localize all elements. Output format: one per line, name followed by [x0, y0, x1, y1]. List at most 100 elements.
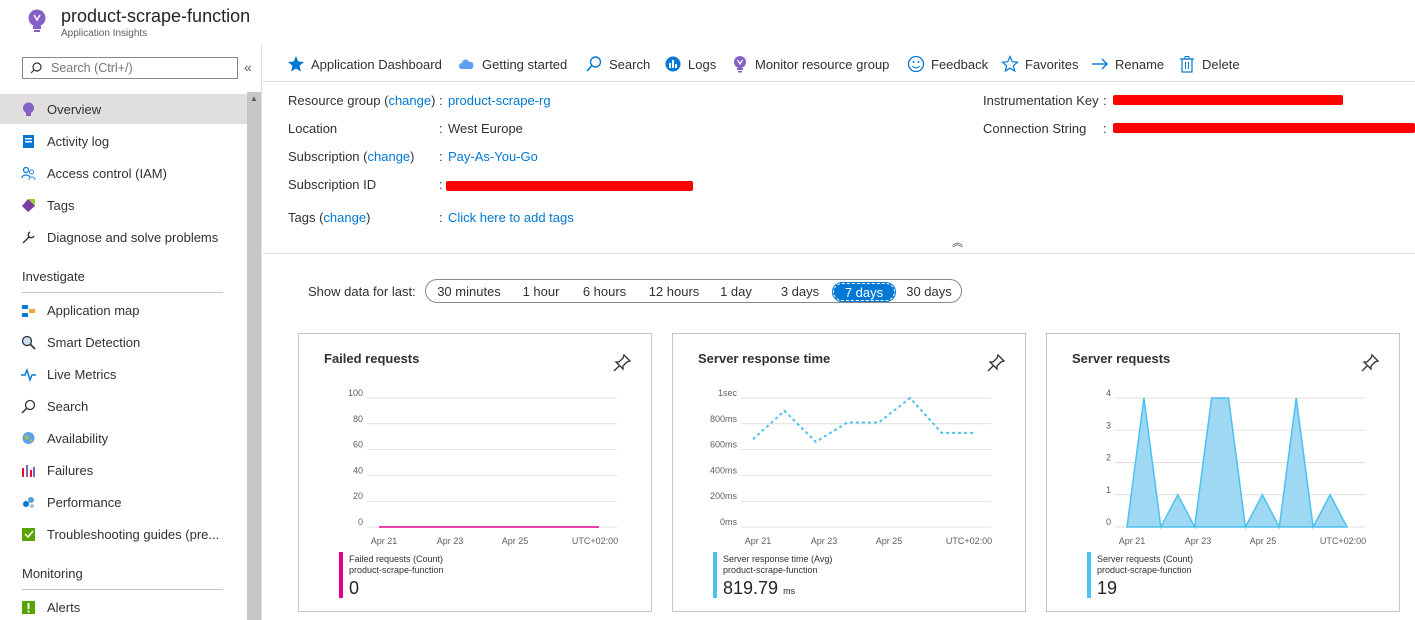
guide-icon: [22, 528, 35, 541]
legend-resource: product-scrape-function: [1097, 565, 1192, 575]
time-option-3-days[interactable]: 3 days: [774, 283, 826, 301]
time-option-1-hour[interactable]: 1 hour: [516, 283, 566, 301]
pin-icon[interactable]: [1360, 353, 1380, 373]
monitor-resource-group-button[interactable]: Monitor resource group: [731, 54, 889, 74]
add-tags-link[interactable]: Click here to add tags: [448, 210, 574, 225]
sidebar-item-label: Live Metrics: [47, 367, 117, 382]
sidebar-scrollbar[interactable]: ▲: [247, 92, 261, 620]
x-tick-label: Apr 21: [371, 536, 398, 546]
legend-color-bar: [339, 552, 343, 598]
activity-log-icon: [23, 135, 34, 148]
feedback-button[interactable]: Feedback: [907, 54, 988, 74]
y-tick-label: 1sec: [718, 388, 738, 398]
logs-icon: [665, 56, 681, 72]
sidebar-item-failures[interactable]: Failures: [0, 455, 247, 485]
failed-requests-tile[interactable]: Failed requests 100 80 60 40 20 0 Apr 21 Apr 23…: [298, 333, 652, 612]
sidebar-item-troubleshooting-guides[interactable]: Troubleshooting guides (pre...: [0, 519, 247, 549]
search-input[interactable]: [51, 60, 231, 76]
label-text: Subscription: [288, 149, 360, 164]
y-tick-label: 2: [1106, 453, 1111, 463]
lightbulb-icon: [734, 56, 746, 73]
sidebar-section-investigate: Investigate: [22, 269, 85, 284]
subscription-value[interactable]: Pay-As-You-Go: [448, 149, 538, 164]
time-option-30-days[interactable]: 30 days: [902, 283, 956, 301]
tile-title: Server requests: [1072, 351, 1171, 366]
y-tick-label: 60: [353, 440, 363, 450]
time-option-6-hours[interactable]: 6 hours: [576, 283, 633, 301]
y-tick-label: 40: [353, 465, 363, 475]
logs-button[interactable]: Logs: [664, 54, 716, 74]
wrench-icon: [22, 231, 35, 244]
x-tick-label: Apr 23: [1185, 536, 1212, 546]
search-button[interactable]: Search: [585, 54, 650, 74]
server-requests-tile[interactable]: Server requests 4 3 2 1 0 Apr 21 Apr 23 Apr 25 U…: [1046, 333, 1400, 612]
connection-string-label: Connection String: [983, 121, 1087, 136]
sidebar-item-live-metrics[interactable]: Live Metrics: [0, 359, 247, 389]
pin-icon[interactable]: [612, 353, 632, 373]
time-option-1-day[interactable]: 1 day: [714, 283, 758, 301]
sidebar-item-label: Failures: [47, 463, 94, 478]
sidebar-item-alerts[interactable]: Alerts: [0, 592, 247, 620]
application-dashboard-button[interactable]: Application Dashboard: [287, 54, 442, 74]
pin-icon[interactable]: [986, 353, 1006, 373]
x-tick-label: Apr 25: [1250, 536, 1277, 546]
time-option-12-hours[interactable]: 12 hours: [642, 283, 706, 301]
legend-metric: Server response time (Avg): [723, 554, 833, 564]
server-response-time-tile[interactable]: Server response time 1sec 800ms 600ms 400ms…: [672, 333, 1026, 612]
time-option-30-minutes[interactable]: 30 minutes: [431, 283, 507, 301]
metric-value-number: 0: [349, 578, 360, 598]
page-subtitle: Application Insights: [61, 28, 148, 39]
sidebar-search[interactable]: [22, 57, 238, 79]
delete-button[interactable]: Delete: [1178, 54, 1240, 74]
sidebar-item-diagnose[interactable]: Diagnose and solve problems: [0, 222, 247, 252]
metric-value-unit: ms: [783, 586, 796, 596]
favorites-button[interactable]: Favorites: [1001, 54, 1078, 74]
sidebar-item-activity-log[interactable]: Activity log: [0, 126, 247, 156]
collapse-sidebar-button[interactable]: «: [244, 59, 252, 75]
sidebar: « ▲ Overview Activity log Access control…: [0, 44, 262, 620]
toolbar-button-label: Favorites: [1025, 56, 1079, 72]
lightbulb-icon: [23, 102, 34, 116]
colon: :: [1103, 121, 1107, 136]
x-tick-label: Apr 21: [745, 536, 772, 546]
sidebar-item-application-map[interactable]: Application map: [0, 295, 247, 325]
subscription-label: Subscription (change): [288, 149, 415, 164]
sidebar-section-monitoring: Monitoring: [22, 566, 83, 581]
change-subscription-link[interactable]: change: [368, 149, 411, 164]
y-tick-label: 20: [353, 491, 363, 501]
sidebar-item-label: Search: [47, 399, 89, 414]
sidebar-item-label: Activity log: [47, 134, 110, 149]
tile-title: Server response time: [698, 351, 831, 366]
sidebar-item-smart-detection[interactable]: Smart Detection: [0, 327, 247, 357]
change-tags-link[interactable]: change: [323, 210, 366, 225]
colon: :: [439, 149, 443, 164]
collapse-essentials-icon[interactable]: ︽: [952, 234, 963, 250]
alerts-icon: [22, 601, 35, 614]
label-text: Tags: [288, 210, 316, 225]
scroll-up-icon[interactable]: ▲: [250, 94, 258, 103]
time-option-7-days[interactable]: 7 days: [832, 282, 896, 302]
sidebar-item-label: Application map: [47, 303, 140, 318]
sidebar-item-availability[interactable]: Availability: [0, 423, 247, 453]
resource-group-value[interactable]: product-scrape-rg: [448, 93, 551, 108]
sidebar-item-label: Access control (IAM): [47, 166, 167, 181]
lightbulb-icon: [28, 9, 46, 32]
section-divider: [22, 589, 223, 590]
search-icon: [30, 62, 42, 74]
rename-button[interactable]: Rename: [1091, 54, 1164, 74]
sidebar-item-label: Tags: [47, 198, 75, 213]
sidebar-item-overview[interactable]: Overview: [0, 94, 247, 124]
smiley-icon: [907, 55, 925, 73]
sidebar-item-access-control[interactable]: Access control (IAM): [0, 158, 247, 188]
failures-icon: [22, 465, 35, 477]
metric-value: 19: [1097, 578, 1117, 599]
getting-started-button[interactable]: Getting started: [458, 54, 567, 74]
y-tick-label: 800ms: [710, 414, 738, 424]
tile-title: Failed requests: [324, 351, 420, 366]
sidebar-item-performance[interactable]: Performance: [0, 487, 247, 517]
time-range-selector: 30 minutes 1 hour 6 hours 12 hours 1 day…: [425, 279, 962, 303]
change-resource-group-link[interactable]: change: [388, 93, 431, 108]
sidebar-item-tags[interactable]: Tags: [0, 190, 247, 220]
sidebar-item-search[interactable]: Search: [0, 391, 247, 421]
y-tick-label: 600ms: [710, 440, 738, 450]
